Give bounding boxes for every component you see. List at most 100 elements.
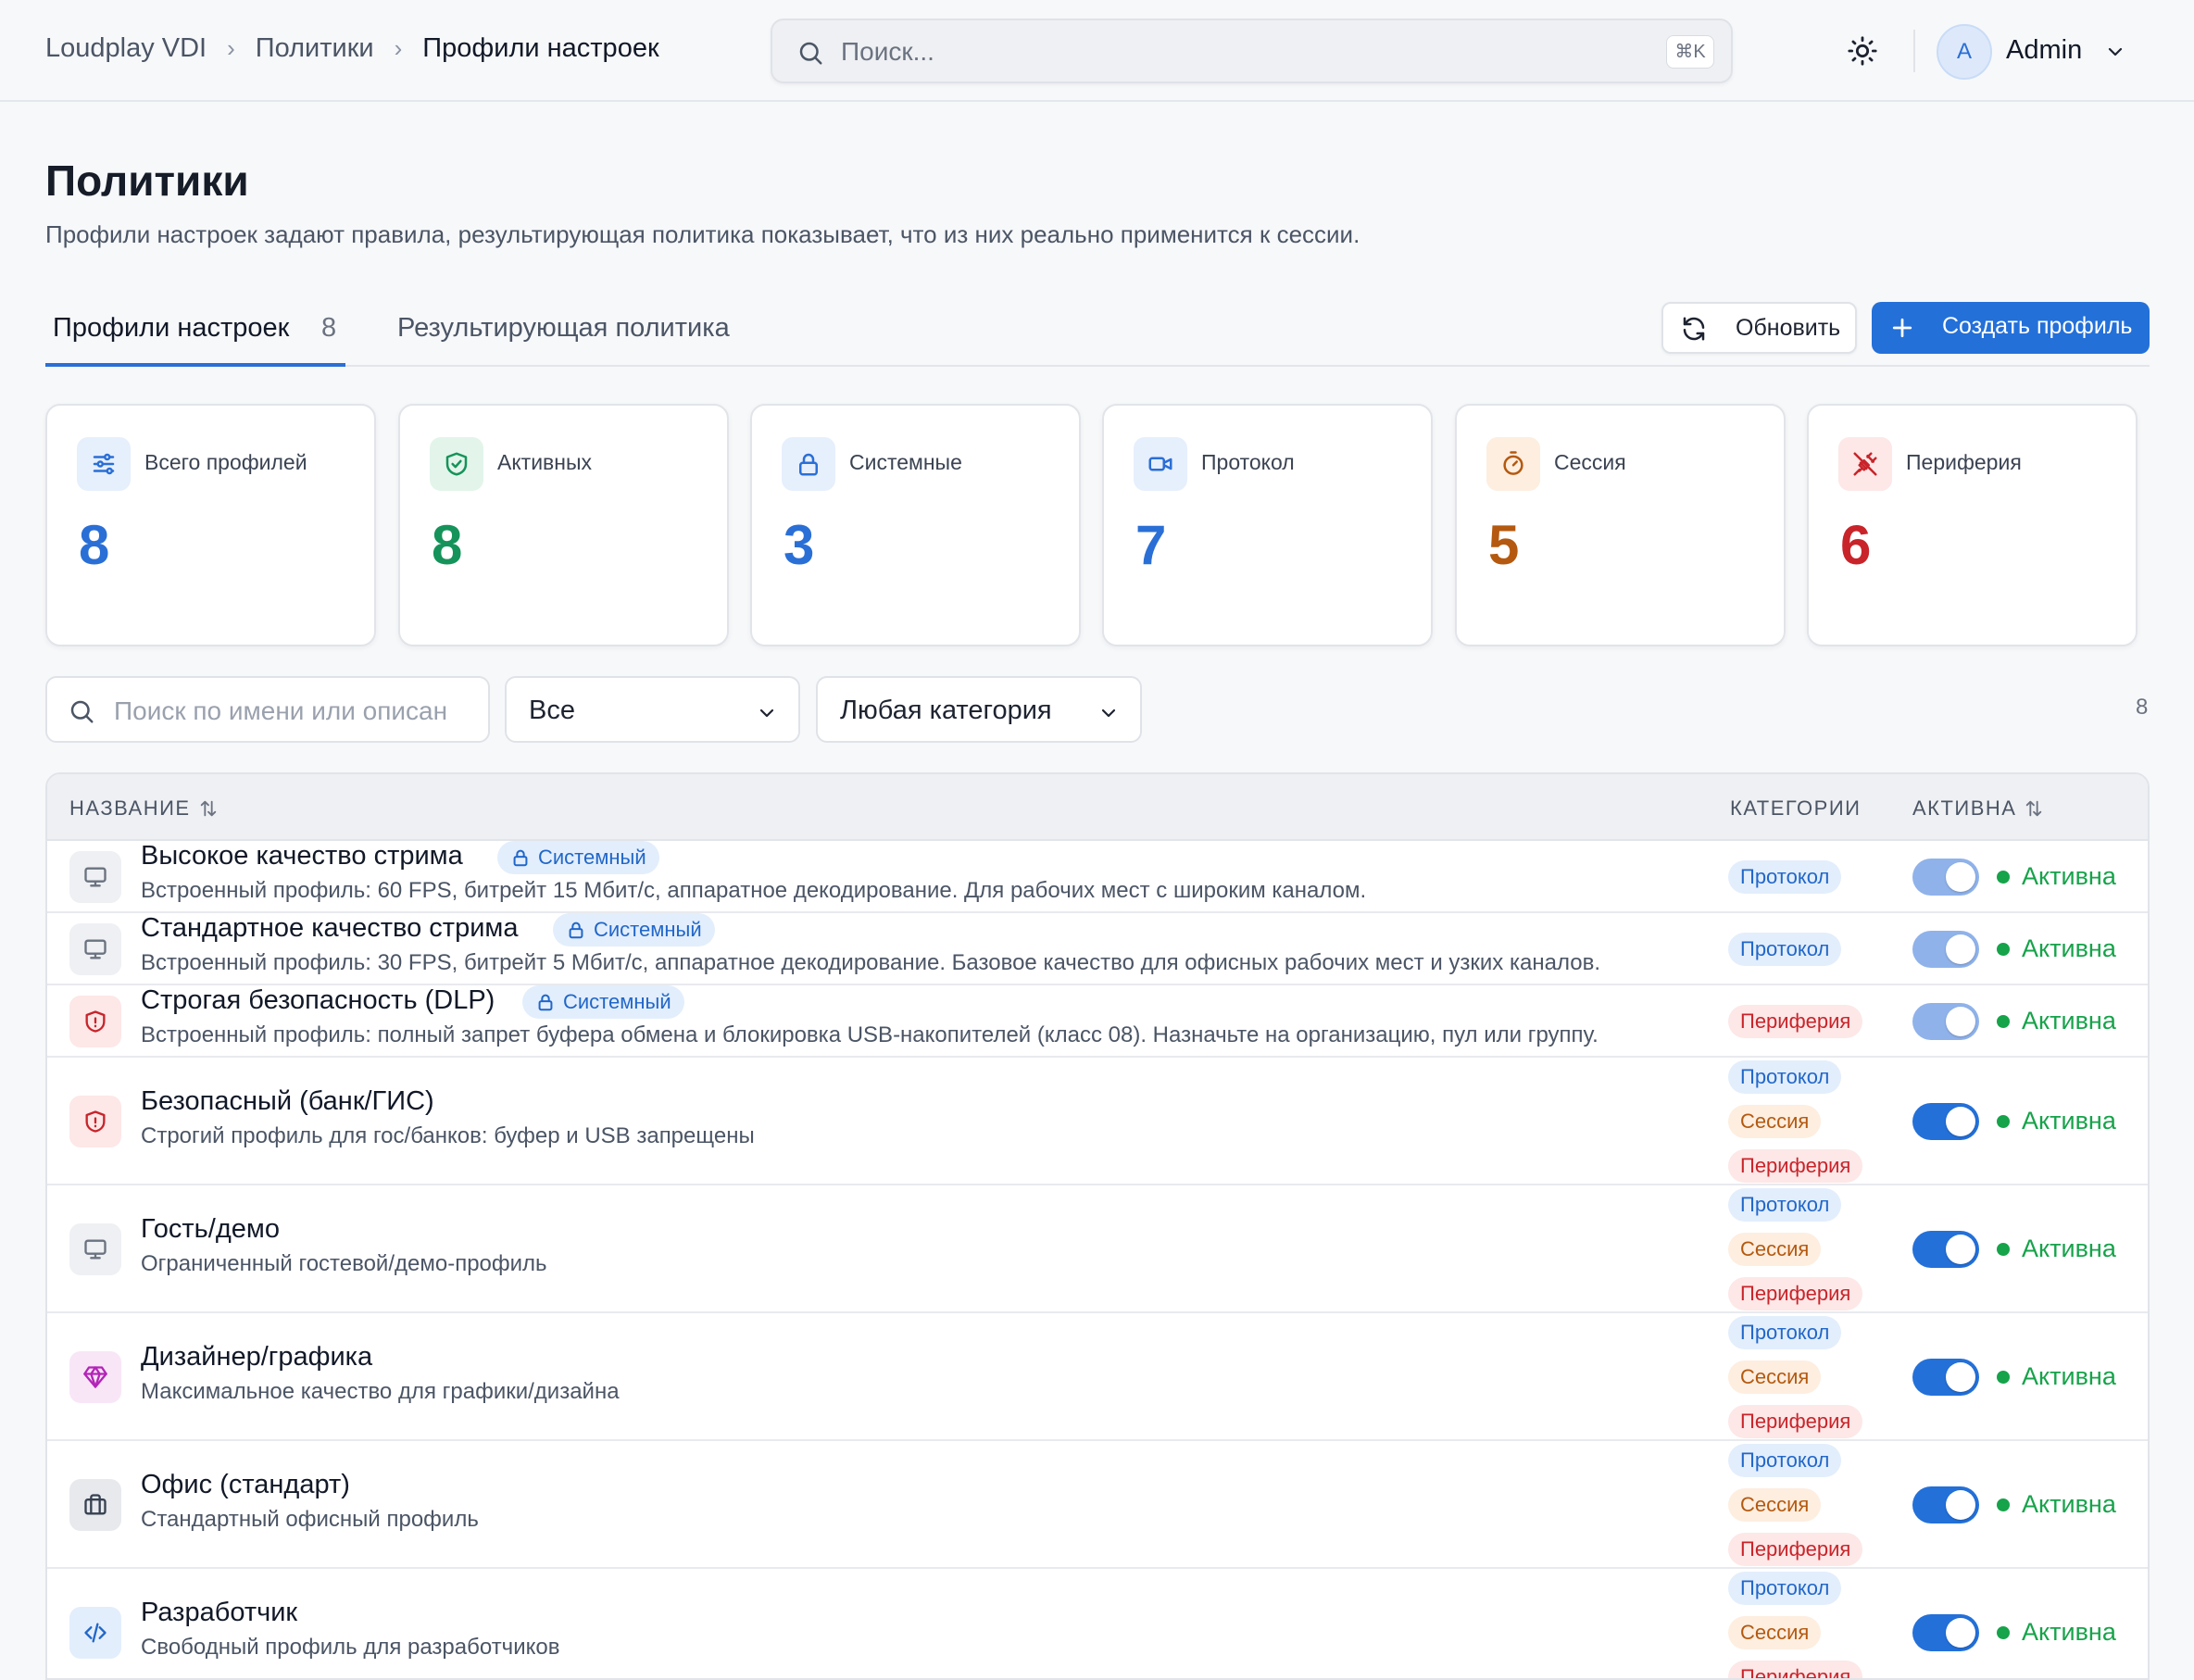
status-label: Активна bbox=[2022, 1235, 2116, 1262]
category-badge: Протокол bbox=[1728, 860, 1842, 894]
status-select[interactable]: Все bbox=[505, 676, 800, 743]
lock-icon bbox=[569, 921, 583, 939]
status-dot bbox=[1997, 1115, 2010, 1128]
column-name[interactable]: НАЗВАНИЕ bbox=[69, 796, 219, 821]
stat-card: Всего профилей 8 bbox=[45, 404, 376, 646]
stat-value: 3 bbox=[784, 514, 815, 576]
stat-label: Системные bbox=[849, 450, 962, 474]
chevron-right-icon: › bbox=[227, 34, 235, 62]
active-toggle[interactable] bbox=[1912, 1103, 1979, 1140]
stat-card: Сессия 5 bbox=[1455, 404, 1786, 646]
profile-icon bbox=[69, 1607, 121, 1659]
active-toggle[interactable] bbox=[1912, 1359, 1979, 1396]
shield-icon bbox=[85, 1010, 106, 1033]
profile-name[interactable]: Разработчик bbox=[141, 1598, 297, 1628]
stat-value: 5 bbox=[1488, 514, 1520, 576]
profile-description: Свободный профиль для разработчиков bbox=[141, 1635, 560, 1660]
plug-off-icon bbox=[1853, 452, 1877, 476]
profile-description: Ограниченный гостевой/демо-профиль bbox=[141, 1251, 547, 1276]
status-label: Активна bbox=[2022, 862, 2116, 890]
profiles-table: НАЗВАНИЕ КАТЕГОРИИ АКТИВНА Высокое качес… bbox=[45, 772, 2150, 1680]
stat-value: 8 bbox=[79, 514, 110, 576]
category-badge: Сессия bbox=[1728, 1360, 1822, 1394]
category-badge: Периферия bbox=[1728, 1149, 1863, 1183]
category-badge: Периферия bbox=[1728, 1661, 1863, 1678]
table-row[interactable]: Гость/демо Ограниченный гостевой/демо-пр… bbox=[47, 1185, 2148, 1313]
active-toggle[interactable] bbox=[1912, 1231, 1979, 1268]
active-toggle[interactable] bbox=[1912, 1486, 1979, 1523]
column-categories: КАТЕГОРИИ bbox=[1730, 796, 1861, 821]
global-search[interactable]: Поиск... ⌘K bbox=[771, 19, 1733, 83]
status-dot bbox=[1997, 1015, 2010, 1028]
status-label: Активна bbox=[2022, 1362, 2116, 1390]
create-label: Создать профиль bbox=[1942, 313, 2133, 339]
stat-label: Протокол bbox=[1201, 450, 1295, 474]
chevron-down-icon[interactable] bbox=[2104, 41, 2126, 63]
category-badge: Сессия bbox=[1728, 1233, 1822, 1266]
table-row[interactable]: Безопасный (банк/ГИС) Строгий профиль дл… bbox=[47, 1058, 2148, 1185]
stat-card: Системные 3 bbox=[750, 404, 1081, 646]
system-badge: Системный bbox=[522, 985, 684, 1019]
refresh-button[interactable]: Обновить bbox=[1661, 302, 1857, 354]
table-row[interactable]: Строгая безопасность (DLP) Встроенный пр… bbox=[47, 985, 2148, 1058]
table-header: НАЗВАНИЕ КАТЕГОРИИ АКТИВНА bbox=[47, 774, 2148, 841]
column-active[interactable]: АКТИВНА bbox=[1912, 796, 2044, 821]
briefcase-icon bbox=[84, 1494, 107, 1515]
breadcrumb-current: Профили настроек bbox=[422, 33, 659, 63]
plus-icon bbox=[1892, 318, 1912, 338]
profile-icon bbox=[69, 851, 121, 903]
category-badge: Протокол bbox=[1728, 933, 1842, 966]
breadcrumb-policies[interactable]: Политики bbox=[256, 33, 374, 64]
status-label: Активна bbox=[2022, 1007, 2116, 1034]
profile-name[interactable]: Высокое качество стрима bbox=[141, 841, 463, 871]
profile-name[interactable]: Офис (стандарт) bbox=[141, 1470, 350, 1500]
table-row[interactable]: Дизайнер/графика Максимальное качество д… bbox=[47, 1313, 2148, 1441]
stat-icon bbox=[1134, 437, 1187, 491]
category-badge: Протокол bbox=[1728, 1060, 1842, 1094]
category-badge: Протокол bbox=[1728, 1444, 1842, 1477]
tab-profiles[interactable]: Профили настроек 8 bbox=[45, 300, 345, 367]
profile-name[interactable]: Дизайнер/графика bbox=[141, 1342, 372, 1373]
page-title: Политики bbox=[45, 157, 249, 205]
active-toggle[interactable] bbox=[1912, 1003, 1979, 1040]
tab-label: Профили настроек bbox=[53, 313, 290, 343]
search-icon bbox=[799, 42, 822, 65]
category-select[interactable]: Любая категория bbox=[816, 676, 1142, 743]
active-toggle[interactable] bbox=[1912, 1614, 1979, 1651]
stat-icon bbox=[782, 437, 835, 491]
table-row[interactable]: Офис (стандарт) Стандартный офисный проф… bbox=[47, 1441, 2148, 1569]
status-dot bbox=[1997, 1626, 2010, 1639]
profile-icon bbox=[69, 1096, 121, 1147]
tab-count: 8 bbox=[321, 313, 337, 343]
table-row[interactable]: Стандартное качество стрима Встроенный п… bbox=[47, 913, 2148, 985]
shield-icon bbox=[85, 1110, 106, 1133]
profile-name[interactable]: Строгая безопасность (DLP) bbox=[141, 985, 495, 1016]
category-badge: Протокол bbox=[1728, 1188, 1842, 1222]
profile-description: Встроенный профиль: 60 FPS, битрейт 15 М… bbox=[141, 878, 1367, 903]
table-row[interactable]: Разработчик Свободный профиль для разраб… bbox=[47, 1569, 2148, 1678]
chevron-right-icon: › bbox=[394, 34, 403, 62]
divider bbox=[1913, 30, 1915, 72]
category-select-value: Любая категория bbox=[840, 696, 1052, 725]
create-profile-button[interactable]: Создать профиль bbox=[1872, 302, 2150, 354]
code-icon bbox=[84, 1623, 107, 1643]
breadcrumb-root[interactable]: Loudplay VDI bbox=[45, 33, 207, 64]
user-name[interactable]: Admin bbox=[2006, 35, 2082, 66]
profile-name[interactable]: Стандартное качество стрима bbox=[141, 913, 518, 944]
profile-name[interactable]: Гость/демо bbox=[141, 1214, 280, 1245]
toggle-knob bbox=[1946, 1362, 1975, 1392]
profile-name[interactable]: Безопасный (банк/ГИС) bbox=[141, 1086, 434, 1117]
breadcrumb: Loudplay VDI › Политики › Профили настро… bbox=[45, 33, 659, 64]
sun-icon[interactable] bbox=[1847, 35, 1878, 67]
profile-search-input[interactable]: Поиск по имени или описан bbox=[45, 676, 490, 743]
avatar[interactable]: A bbox=[1937, 24, 1992, 80]
toggle-knob bbox=[1946, 1490, 1975, 1520]
active-toggle[interactable] bbox=[1912, 859, 1979, 896]
profile-icon bbox=[69, 1223, 121, 1275]
result-count: 8 bbox=[2136, 695, 2149, 720]
tab-resulting-policy[interactable]: Результирующая политика bbox=[397, 313, 730, 344]
system-badge: Системный bbox=[553, 913, 715, 947]
active-toggle[interactable] bbox=[1912, 931, 1979, 968]
table-row[interactable]: Высокое качество стрима Встроенный профи… bbox=[47, 841, 2148, 913]
category-badge: Периферия bbox=[1728, 1005, 1863, 1038]
